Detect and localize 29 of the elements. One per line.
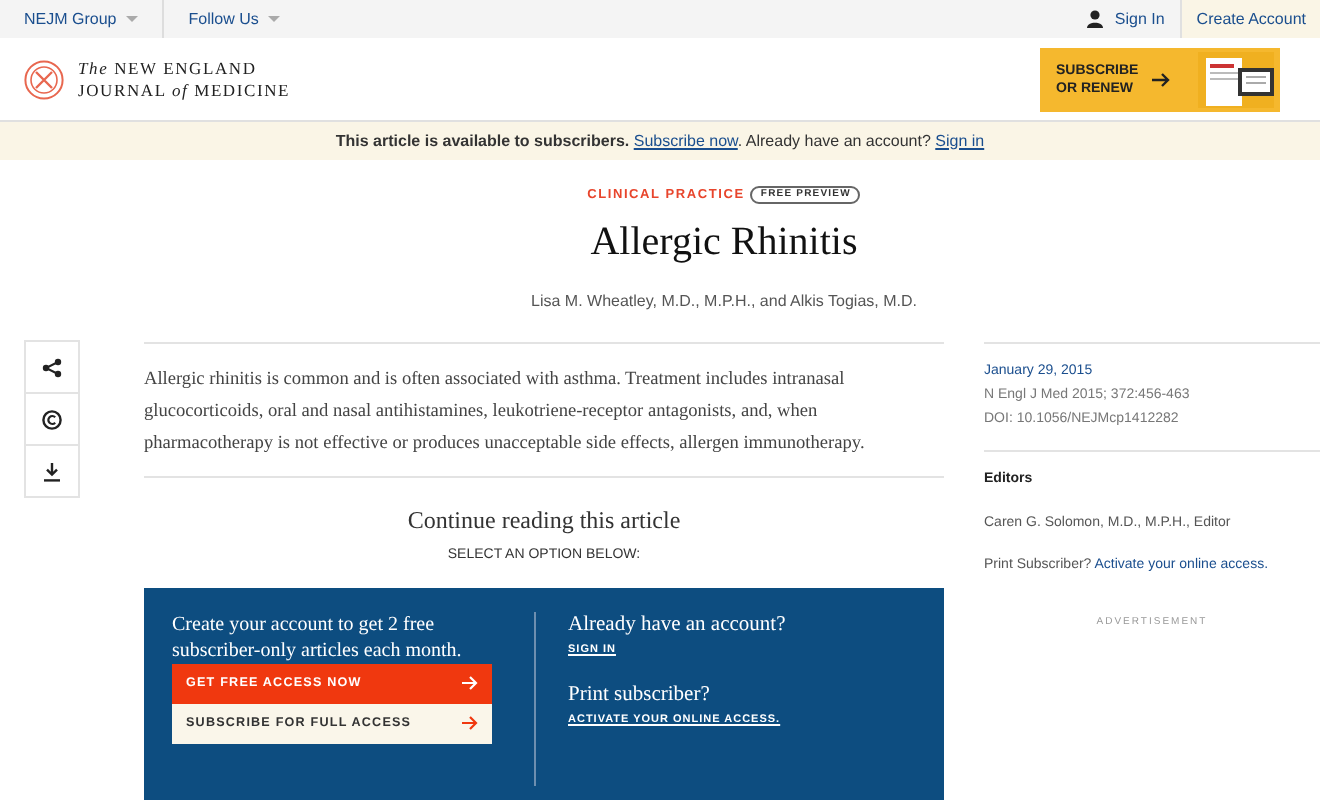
create-account-link[interactable]: Create Account [1180, 0, 1320, 38]
abstract-text: Allergic rhinitis is common and is often associated with asthma. Treatment includes intranasal glucocorticoids, oral and nasal antihistamines, leukotriene-receptor antagonists, and, when pharmacotherapy is not effective or produces unacceptable side effects, allergen immunotherapy. [144, 342, 944, 476]
caret-icon [268, 16, 281, 22]
subscriber-notice: This article is available to subscribers. Subscribe now. Already have an account? Sign in [335, 129, 985, 153]
share-button[interactable] [24, 340, 80, 394]
menu-button[interactable]: NEJM Group [0, 0, 165, 38]
arrow-icon [462, 676, 478, 690]
article-title: Allergic Rhinitis [590, 217, 858, 266]
download-icon [42, 461, 62, 481]
notice-link[interactable]: Subscribe now [633, 131, 738, 149]
copyright-button[interactable] [24, 392, 80, 446]
notice-link[interactable]: Sign in [935, 131, 985, 149]
caret-icon [126, 16, 139, 22]
logo-text: The NEW ENGLAND [78, 57, 259, 79]
person-icon [1086, 10, 1105, 28]
author-list: Lisa M. Wheatley, M.D., M.P.H., and Alkis Togias, M.D. [531, 289, 917, 314]
menu-button[interactable]: Follow Us [164, 0, 305, 38]
seal-icon [24, 59, 64, 99]
option-question: Print subscriber? [568, 681, 712, 708]
arrow-icon [462, 716, 478, 730]
copyright-icon [42, 409, 62, 429]
offer-text: Create your account to get 2 free subscriber-only articles each month. [172, 611, 464, 663]
arrow-icon [1152, 71, 1170, 87]
share-icon [42, 357, 62, 377]
continue-heading: Continue reading this article [407, 504, 681, 538]
sign-in-link[interactable]: Sign In [1070, 0, 1181, 38]
logo-text: JOURNAL of MEDICINE [78, 79, 291, 101]
download-button[interactable] [24, 444, 80, 498]
option-question: Already have an account? [568, 611, 786, 637]
